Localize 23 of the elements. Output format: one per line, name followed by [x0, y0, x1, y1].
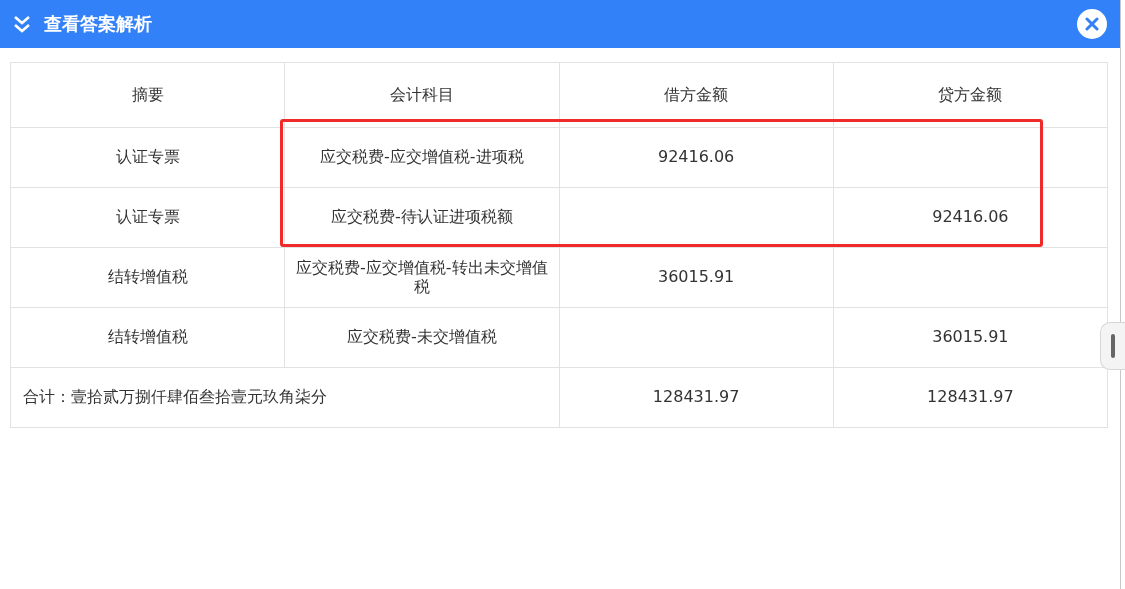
table-cell: 128431.97: [833, 367, 1108, 428]
column-header: 贷方金额: [833, 62, 1108, 128]
table-cell: 认证专票: [10, 187, 285, 248]
table-cell: 128431.97: [559, 367, 834, 428]
table-cell: 结转增值税: [10, 247, 285, 308]
double-chevron-down-icon[interactable]: [12, 15, 32, 33]
column-header: 借方金额: [559, 62, 834, 128]
table-cell: 合计：壹拾贰万捌仟肆佰叁拾壹元玖角柒分: [10, 367, 559, 428]
table-cell: 36015.91: [559, 247, 834, 308]
table-cell: 92416.06: [833, 187, 1108, 248]
column-header: 摘要: [10, 62, 285, 128]
table-cell: 92416.06: [559, 127, 834, 188]
column-header: 会计科目: [284, 62, 559, 128]
side-handle[interactable]: [1100, 322, 1125, 370]
table-cell: 应交税费-未交增值税: [284, 307, 559, 368]
table-cell: 应交税费-应交增值税-转出未交增值税: [284, 247, 559, 308]
table-cell: 认证专票: [10, 127, 285, 188]
dialog-title: 查看答案解析: [44, 12, 153, 36]
table-cell: 结转增值税: [10, 307, 285, 368]
table-cell: 应交税费-应交增值税-进项税: [284, 127, 559, 188]
table-cell: 应交税费-待认证进项税额: [284, 187, 559, 248]
close-button[interactable]: [1077, 9, 1107, 39]
close-icon: [1085, 17, 1099, 31]
